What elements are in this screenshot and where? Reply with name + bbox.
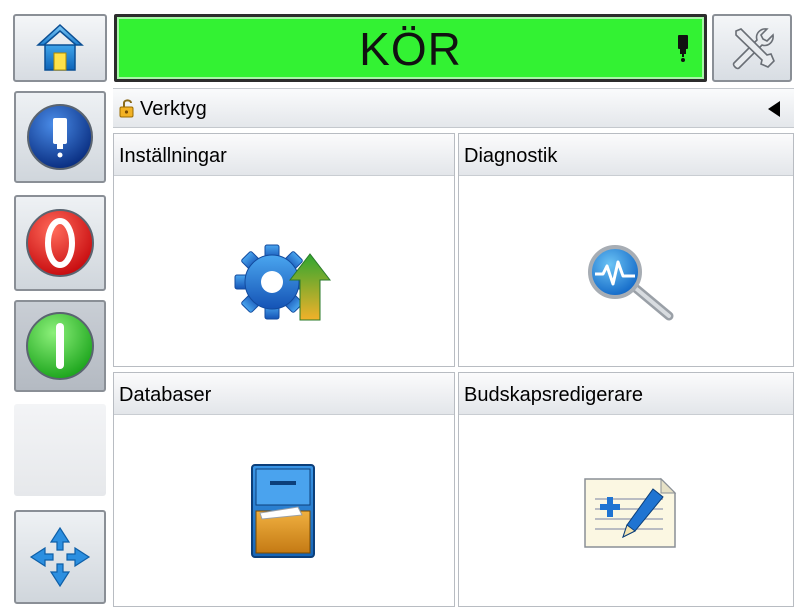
tile-databases[interactable]: Databaser: [113, 372, 455, 607]
unlocked-padlock-icon: [119, 99, 134, 118]
tile-diagnostics[interactable]: Diagnostik: [458, 133, 794, 367]
sidebar-empty-slot: [14, 404, 106, 496]
breadcrumb: Verktyg: [113, 88, 794, 128]
tile-label: Budskapsredigerare: [464, 384, 643, 406]
navigation-button[interactable]: [14, 510, 106, 604]
ink-cartridge-icon: [678, 35, 688, 62]
tile-settings[interactable]: Inställningar: [113, 133, 455, 367]
tile-header: Inställningar: [114, 134, 454, 176]
settings-gear-upload-icon: [234, 244, 332, 321]
back-arrow-icon[interactable]: [768, 101, 780, 117]
message-editor-icon: [584, 477, 677, 548]
tile-message-editor[interactable]: Budskapsredigerare: [458, 372, 794, 607]
printer-status-bar[interactable]: KÖR: [114, 14, 707, 82]
stop-button[interactable]: [14, 195, 106, 291]
printhead-icon: [27, 104, 93, 170]
navigation-arrows-icon: [29, 526, 91, 588]
stop-icon: [26, 209, 94, 277]
tile-label: Databaser: [119, 384, 212, 406]
printer-status-text: KÖR: [359, 23, 462, 75]
tile-header: Diagnostik: [459, 134, 793, 176]
tile-label: Diagnostik: [464, 145, 558, 167]
start-button[interactable]: [14, 300, 106, 392]
start-icon: [26, 312, 94, 380]
printer-ui: KÖR Verktyg Inställningar Diagnostik Dat…: [0, 0, 794, 607]
tools-button[interactable]: [712, 14, 792, 82]
diagnostics-magnifier-icon: [588, 245, 674, 321]
tile-header: Budskapsredigerare: [459, 373, 793, 415]
database-cabinet-icon: [251, 464, 315, 558]
tile-header: Databaser: [114, 373, 454, 415]
tools-icon: [732, 28, 775, 70]
home-button[interactable]: [13, 14, 107, 82]
home-icon: [36, 23, 84, 71]
tile-label: Inställningar: [119, 145, 227, 167]
breadcrumb-label: Verktyg: [140, 98, 207, 120]
printhead-button[interactable]: [14, 91, 106, 183]
